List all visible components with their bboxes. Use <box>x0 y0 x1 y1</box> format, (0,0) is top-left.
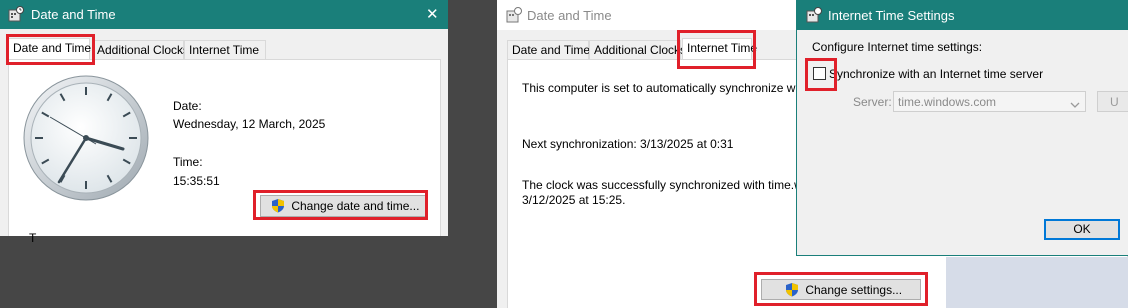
shield-icon <box>271 199 291 213</box>
change-date-and-time-label: Change date and time... <box>291 199 420 213</box>
window-title: Date and Time <box>31 7 116 22</box>
sync-checkbox[interactable] <box>813 67 826 80</box>
app-icon <box>506 7 522 23</box>
update-now-button[interactable]: U <box>1097 91 1128 112</box>
change-settings-label: Change settings... <box>805 283 903 297</box>
tab-date-and-time[interactable]: Date and Time <box>507 40 590 60</box>
tab-additional-clocks[interactable]: Additional Clocks <box>92 40 189 60</box>
time-value: 15:35:51 <box>173 174 220 188</box>
server-label: Server: <box>853 95 892 109</box>
title-bar: Internet Time Settings <box>797 0 1128 30</box>
change-settings-button[interactable]: Change settings... <box>761 279 921 300</box>
analog-clock <box>23 75 149 201</box>
title-bar: Date and Time ✕ <box>0 0 448 29</box>
sync-checkbox-label[interactable]: Synchronize with an Internet time server <box>829 67 1043 81</box>
dialog-title: Internet Time Settings <box>828 8 955 23</box>
app-icon <box>806 7 822 23</box>
close-icon[interactable]: ✕ <box>426 5 439 23</box>
tab-strip: Date and Time Additional Clocks Internet… <box>8 38 448 61</box>
sync-success-text: The clock was successfully synchronized … <box>522 178 803 192</box>
sync-status-text: This computer is set to automatically sy… <box>522 81 799 95</box>
window-title: Date and Time <box>527 8 612 23</box>
tab-internet-time[interactable]: Internet Time <box>184 40 266 60</box>
tab-additional-clocks[interactable]: Additional Clocks <box>589 40 686 60</box>
tab-panel: Date: Wednesday, 12 March, 2025 Time: 15… <box>8 59 441 245</box>
server-value: time.windows.com <box>898 95 997 109</box>
app-icon <box>8 6 24 22</box>
date-value: Wednesday, 12 March, 2025 <box>173 117 326 131</box>
tab-internet-time[interactable]: Internet Time <box>682 38 757 61</box>
ok-button[interactable]: OK <box>1044 219 1120 240</box>
date-label: Date: <box>173 99 202 113</box>
shield-icon <box>785 283 805 297</box>
time-label: Time: <box>173 155 203 169</box>
next-sync-text: Next synchronization: 3/13/2025 at 0:31 <box>522 137 734 151</box>
update-now-label: U <box>1110 95 1119 109</box>
internet-time-settings-dialog: Internet Time Settings Configure Interne… <box>796 0 1128 256</box>
background-window-edge <box>946 257 1128 308</box>
server-combobox[interactable]: time.windows.com <box>893 91 1086 112</box>
configure-label: Configure Internet time settings: <box>812 40 983 54</box>
chevron-down-icon <box>1070 98 1080 112</box>
change-date-and-time-button[interactable]: Change date and time... <box>260 195 426 217</box>
date-time-window: Date and Time ✕ Date and Time Additional… <box>0 0 448 245</box>
ok-label: OK <box>1073 222 1091 236</box>
tab-strip: Date and Time Additional Clocks Internet… <box>507 38 807 61</box>
sync-success-date: 3/12/2025 at 15:25. <box>522 193 626 207</box>
tab-date-and-time[interactable]: Date and Time <box>8 38 91 61</box>
partial-text: T <box>29 231 37 245</box>
